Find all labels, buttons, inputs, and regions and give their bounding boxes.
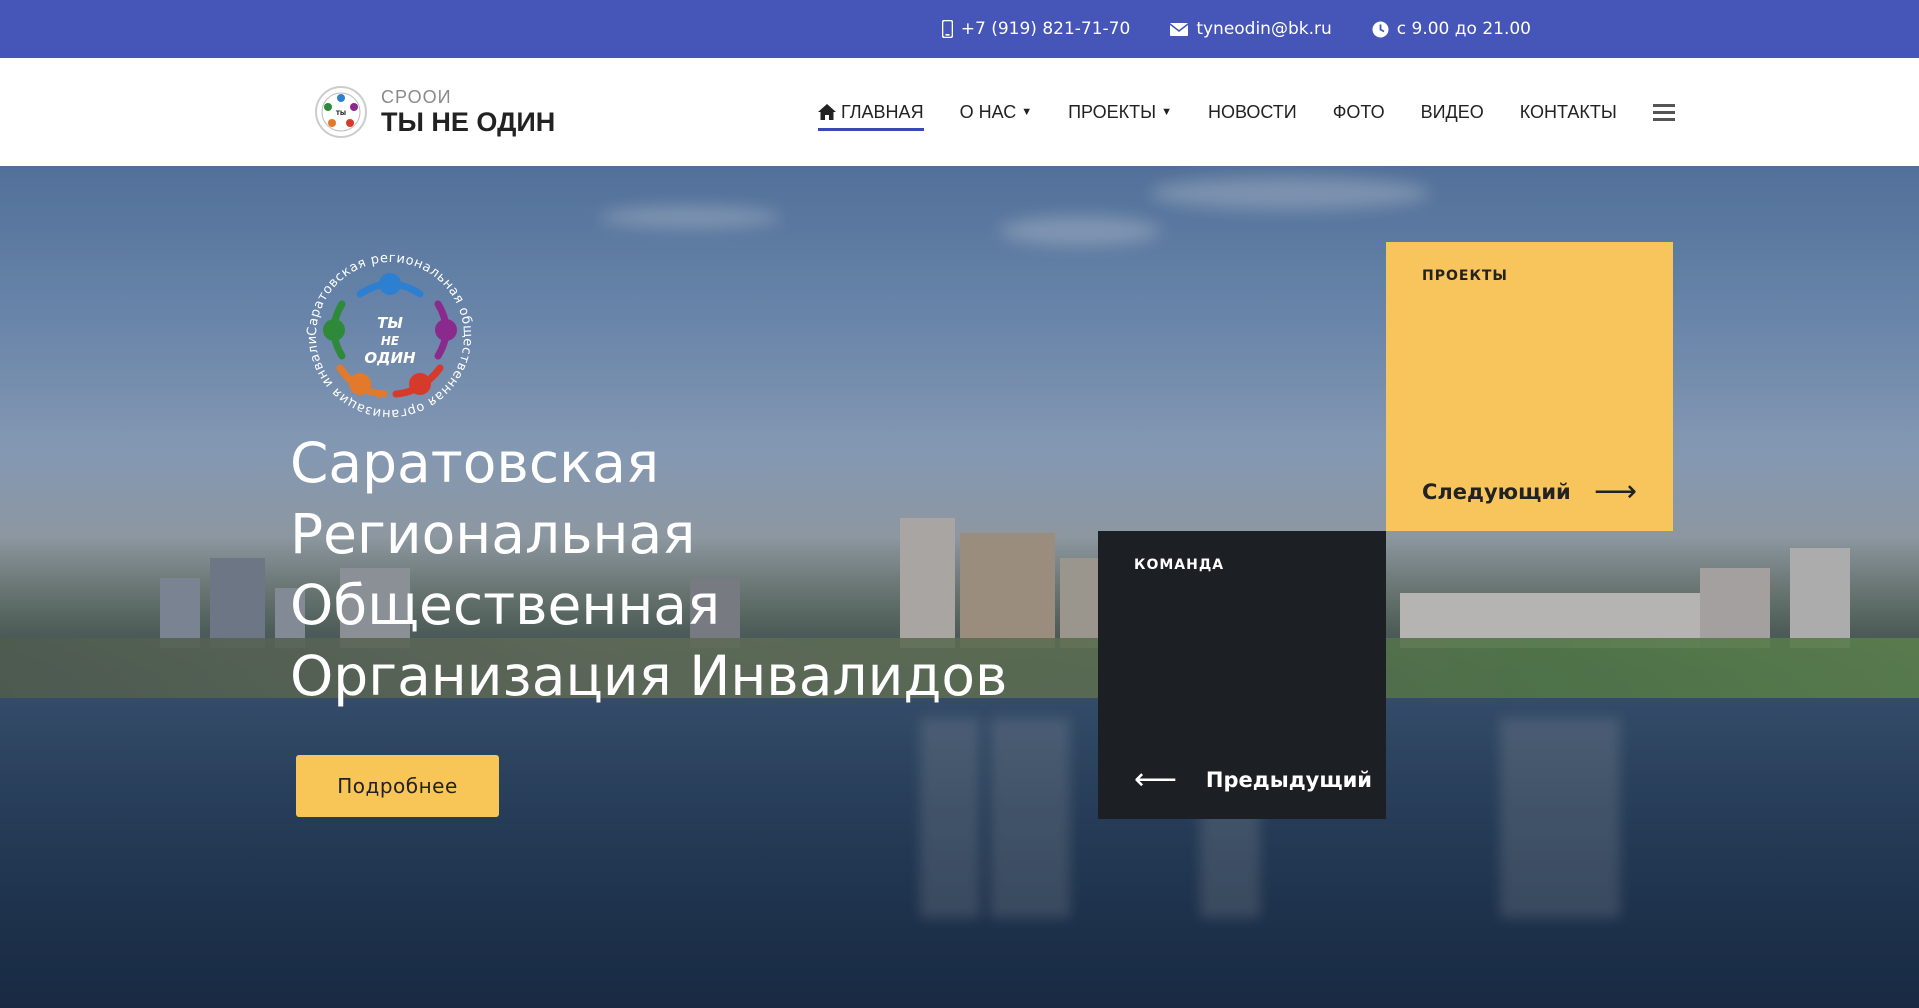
emblem-center-line: ОДИН (364, 349, 416, 367)
next-slide-text: Следующий (1422, 480, 1571, 504)
next-slide-link[interactable]: Следующий ⟶ (1422, 477, 1637, 507)
nav-label-contacts: КОНТАКТЫ (1519, 101, 1617, 122)
hero-title-line: Общественная (290, 573, 721, 637)
arrow-left-icon: ⟵ (1134, 762, 1178, 797)
email-contact[interactable]: tyneodin@bk.ru (1170, 19, 1332, 39)
next-slide-label: ПРОЕКТЫ (1422, 268, 1508, 284)
site-logo: ТЫ (315, 86, 367, 138)
main-navigation: ГЛАВНАЯ О НАС ▼ ПРОЕКТЫ ▼ НОВОСТИ ФОТО В… (818, 58, 1675, 166)
next-slide-card[interactable]: ПРОЕКТЫ Следующий ⟶ (1386, 242, 1673, 531)
home-icon (818, 104, 836, 120)
more-details-button[interactable]: Подробнее (296, 755, 499, 817)
emblem-center-line: ТЫ (377, 314, 403, 332)
phone-number[interactable]: +7 (919) 821-71-70 (961, 19, 1131, 39)
clock-icon (1372, 21, 1389, 37)
nav-item-news[interactable]: НОВОСТИ (1208, 102, 1297, 123)
nav-item-contacts[interactable]: КОНТАКТЫ (1520, 102, 1617, 123)
brand-logo-link[interactable]: ТЫ СРООИ ТЫ НЕ ОДИН (315, 86, 555, 138)
nav-label-about: О НАС (959, 101, 1017, 122)
site-header: ТЫ СРООИ ТЫ НЕ ОДИН ГЛАВНАЯ О НАС ▼ ПРОЕ… (0, 58, 1919, 166)
chevron-down-icon: ▼ (1161, 106, 1172, 118)
nav-item-photo[interactable]: ФОТО (1333, 102, 1385, 123)
arrow-right-icon: ⟶ (1593, 474, 1637, 509)
hamburger-menu-icon[interactable] (1652, 103, 1675, 121)
brand-subtitle: СРООИ (381, 87, 452, 107)
brand-title: ТЫ НЕ ОДИН (381, 107, 556, 137)
organization-emblem: Саратовская региональная общественная ор… (298, 244, 475, 421)
svg-text:ТЫ: ТЫ (336, 110, 346, 117)
nav-item-video[interactable]: ВИДЕО (1421, 102, 1484, 123)
hero-slider: Саратовская региональная общественная ор… (0, 166, 1919, 1008)
phone-contact[interactable]: +7 (919) 821-71-70 (941, 19, 1131, 39)
hours-text: с 9.00 до 21.00 (1396, 19, 1531, 39)
top-info-bar: +7 (919) 821-71-70 tyneodin@bk.ru с 9.00… (0, 0, 1919, 58)
hero-title-line: Саратовская (290, 431, 660, 495)
nav-label-news: НОВОСТИ (1207, 101, 1297, 122)
contact-list: +7 (919) 821-71-70 tyneodin@bk.ru с 9.00… (941, 0, 1531, 58)
nav-item-about[interactable]: О НАС ▼ (960, 102, 1033, 123)
hero-title-line: Организация Инвалидов (290, 644, 1008, 708)
envelope-icon (1170, 22, 1189, 36)
email-address[interactable]: tyneodin@bk.ru (1196, 19, 1331, 39)
nav-label-photo: ФОТО (1332, 101, 1385, 122)
chevron-down-icon: ▼ (1021, 106, 1033, 118)
prev-slide-label: КОМАНДА (1134, 557, 1225, 573)
phone-icon (941, 20, 953, 38)
emblem-center-line: НЕ (381, 334, 400, 348)
nav-label-projects: ПРОЕКТЫ (1068, 101, 1157, 122)
nav-label-home: ГЛАВНАЯ (841, 101, 924, 122)
working-hours: с 9.00 до 21.00 (1372, 19, 1531, 39)
prev-slide-card[interactable]: КОМАНДА ⟵ Предыдущий (1098, 531, 1386, 819)
hero-title-line: Региональная (290, 502, 696, 566)
nav-item-home[interactable]: ГЛАВНАЯ (818, 101, 924, 131)
prev-slide-link[interactable]: ⟵ Предыдущий (1134, 765, 1372, 795)
nav-item-projects[interactable]: ПРОЕКТЫ ▼ (1068, 102, 1172, 123)
nav-label-video: ВИДЕО (1420, 101, 1484, 122)
prev-slide-text: Предыдущий (1205, 768, 1372, 792)
hero-title: Саратовская Региональная Общественная Ор… (290, 428, 1090, 712)
